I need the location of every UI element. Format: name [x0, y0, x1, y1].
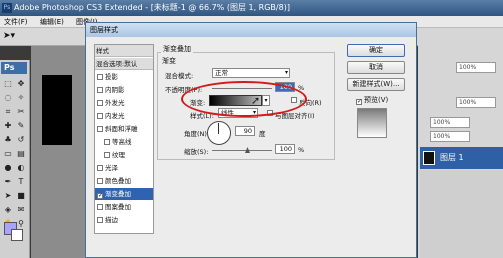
style-list-header: 样式 [95, 45, 153, 57]
scale-input[interactable]: 100 [275, 144, 295, 154]
stamp-icon[interactable]: ♣ [2, 134, 14, 146]
style-item-label: 斜面和浮雕 [105, 125, 138, 133]
checkbox[interactable] [104, 152, 110, 158]
style-item-inner-glow[interactable]: 内发光 [95, 110, 153, 122]
style-item-contour[interactable]: 等高线 [95, 136, 153, 148]
checkbox[interactable] [97, 204, 103, 210]
style-item-label: 外发光 [105, 99, 125, 107]
panel-fill-field[interactable]: 100% [430, 131, 470, 142]
style-item-label: 描边 [105, 216, 118, 224]
checkbox[interactable] [97, 217, 103, 223]
dodge-icon[interactable]: ◐ [15, 162, 27, 174]
style-item-label: 内阴影 [105, 86, 125, 94]
crop-icon[interactable]: ⌗ [2, 106, 14, 118]
scale-label: 缩放(S): [184, 148, 209, 156]
path-select-icon[interactable]: ➤ [2, 190, 14, 202]
style-item-label: 光泽 [105, 164, 118, 172]
style-item-inner-shadow[interactable]: 内阴影 [95, 84, 153, 96]
checkbox[interactable] [104, 139, 110, 145]
style-preview-thumbnail [357, 108, 387, 138]
menu-edit[interactable]: 编辑(E) [40, 17, 64, 27]
checkbox[interactable] [97, 74, 103, 80]
window-title: Adobe Photoshop CS3 Extended - [未标题-1 @ … [14, 3, 290, 12]
style-item-texture[interactable]: 纹理 [95, 149, 153, 161]
red-highlight-annotation [181, 81, 307, 117]
group-title: 渐变叠加 [161, 44, 193, 54]
sub-title: 渐变 [162, 57, 176, 65]
style-item-label: 渐变叠加 [105, 190, 131, 198]
style-list: 样式 混合选项:默认 投影 内阴影 外发光 内发光 斜面和浮雕 等高线 纹理 光… [94, 44, 154, 234]
angle-needle [218, 123, 219, 134]
angle-label: 角度(N): [184, 130, 210, 138]
preview-option[interactable]: ✓ 预览(V) [355, 95, 388, 105]
panel-field-a[interactable]: 100% [456, 97, 496, 108]
background-color-swatch[interactable] [11, 229, 23, 241]
lasso-icon[interactable]: ◌ [2, 92, 14, 104]
gradient-icon[interactable]: ▤ [15, 148, 27, 160]
blur-icon[interactable]: ● [2, 162, 14, 174]
menu-file[interactable]: 文件(F) [4, 17, 28, 27]
angle-unit: 度 [259, 130, 266, 138]
style-item-label: 纹理 [112, 151, 125, 159]
shape-icon[interactable]: ■ [15, 190, 27, 202]
checkbox[interactable] [97, 100, 103, 106]
style-item-label: 内发光 [105, 112, 125, 120]
style-item-color-overlay[interactable]: 颜色叠加 [95, 175, 153, 187]
style-item-label: 等高线 [112, 138, 132, 146]
scale-slider-track[interactable] [212, 150, 272, 151]
new-style-button[interactable]: 新建样式(W)... [347, 78, 405, 91]
preview-label: 预览(V) [364, 96, 389, 104]
style-item-bevel-emboss[interactable]: 斜面和浮雕 [95, 123, 153, 135]
slice-icon[interactable]: ✂ [15, 106, 27, 118]
ok-button[interactable]: 确定 [347, 44, 405, 57]
layers-panel-empty [420, 170, 503, 258]
angle-input[interactable]: 90 [235, 126, 255, 136]
checkbox[interactable] [97, 178, 103, 184]
ps-logo: Ps [1, 62, 27, 74]
style-item-label: 图案叠加 [105, 203, 131, 211]
layer-name[interactable]: 图层 1 [440, 152, 464, 163]
panel-opacity-field[interactable]: 100% [430, 117, 470, 128]
photoshop-logo-icon: Ps [2, 3, 12, 13]
style-item-gradient-overlay[interactable]: ✓ 渐变叠加 [95, 188, 153, 200]
marquee-icon[interactable]: ⬚ [2, 78, 14, 90]
mouse-cursor-icon: ➚ [251, 94, 261, 107]
blend-mode-label: 混合模式: [165, 72, 194, 80]
style-item-pattern-overlay[interactable]: 图案叠加 [95, 201, 153, 213]
magic-wand-icon[interactable]: ✧ [15, 92, 27, 104]
preview-checkbox[interactable]: ✓ [356, 99, 362, 105]
move-icon[interactable]: ✥ [15, 78, 27, 90]
history-brush-icon[interactable]: ↺ [15, 134, 27, 146]
blend-options-item[interactable]: 混合选项:默认 [95, 58, 153, 70]
brush-icon[interactable]: ✎ [15, 120, 27, 132]
style-item-outer-glow[interactable]: 外发光 [95, 97, 153, 109]
pen-icon[interactable]: ✒ [2, 176, 14, 188]
style-item-stroke[interactable]: 描边 [95, 214, 153, 226]
type-icon[interactable]: T [15, 176, 27, 188]
canvas-content [42, 75, 72, 145]
checkbox[interactable] [97, 126, 103, 132]
checkbox[interactable] [97, 87, 103, 93]
layer-thumbnail [423, 151, 435, 165]
3d-icon[interactable]: ◈ [2, 204, 14, 216]
checkbox[interactable] [97, 113, 103, 119]
dialog-title: 图层样式 [86, 23, 416, 37]
angle-dial[interactable] [207, 121, 231, 145]
eraser-icon[interactable]: ▭ [2, 148, 14, 160]
blend-mode-select[interactable]: 正常 [212, 68, 290, 78]
cancel-button[interactable]: 取消 [347, 61, 405, 74]
style-item-label: 颜色叠加 [105, 177, 131, 185]
style-item-label: 投影 [105, 73, 118, 81]
checkbox[interactable] [97, 165, 103, 171]
style-item-drop-shadow[interactable]: 投影 [95, 71, 153, 83]
panel-field-b[interactable]: 100% [456, 62, 496, 73]
move-tool-icon[interactable]: ➤▾ [3, 31, 15, 41]
healing-icon[interactable]: ✚ [2, 120, 14, 132]
app-title-bar: Ps Adobe Photoshop CS3 Extended - [未标题-1… [0, 0, 503, 16]
scale-unit: % [298, 146, 305, 154]
notes-icon[interactable]: ✉ [15, 204, 27, 216]
checkbox-checked[interactable]: ✓ [97, 193, 103, 199]
style-item-satin[interactable]: 光泽 [95, 162, 153, 174]
